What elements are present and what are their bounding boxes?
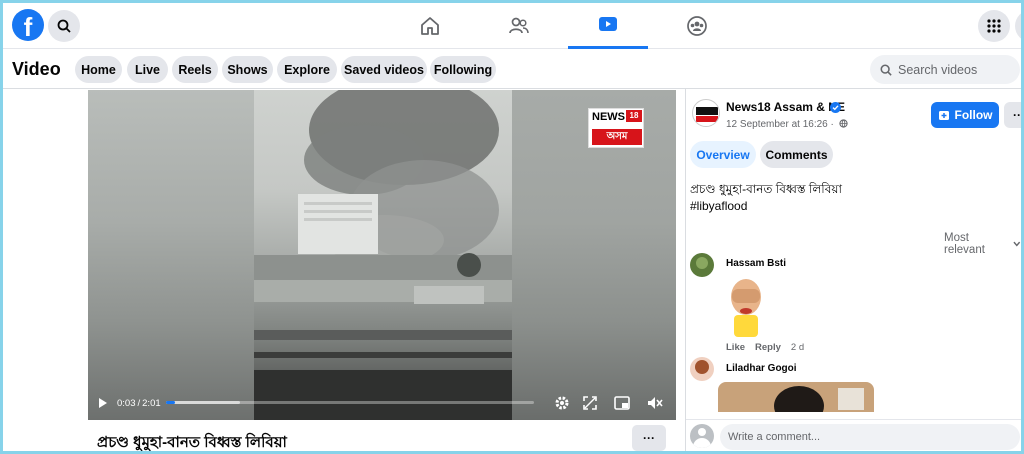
nav-home[interactable]: Home — [75, 56, 122, 83]
speaker-muted-icon — [648, 397, 663, 409]
tab-friends[interactable] — [479, 3, 559, 49]
post-details-panel: News18 Assam & NE 12 September at 16:26 … — [685, 89, 1021, 451]
time-separator: / — [137, 398, 141, 409]
progress-buffered — [166, 401, 240, 404]
post-more-button[interactable]: ··· — [1004, 102, 1021, 128]
post-description: প্ৰচণ্ড ধুমুহা-বানত বিধ্বস্ত লিবিয়া — [690, 182, 842, 196]
top-navigation-bar: f — [3, 3, 1021, 49]
video-caption: প্ৰচণ্ড ধুমুহা-বানত বিধ্বস্ত লিবিয়া — [97, 434, 287, 451]
tab-home[interactable] — [390, 3, 470, 49]
post-timestamp[interactable]: 12 September at 16:26 · — [726, 119, 848, 130]
tab-watch[interactable] — [568, 3, 648, 49]
comment-sticker-image — [731, 279, 761, 337]
comment-photo[interactable] — [718, 382, 874, 412]
tab-overview[interactable]: Overview — [690, 141, 756, 168]
logo-news-text: NEWS — [592, 111, 625, 123]
verified-badge-icon — [830, 102, 841, 113]
current-time: 0:03 — [117, 398, 136, 409]
home-icon — [421, 17, 439, 35]
comment-input[interactable]: Write a comment... — [720, 424, 1020, 450]
tab-groups[interactable] — [657, 3, 737, 49]
write-comment-row: Write a comment... — [686, 419, 1021, 451]
search-videos-input[interactable]: Search videos — [870, 55, 1020, 84]
mute-button[interactable] — [647, 396, 663, 413]
nav-following[interactable]: Following — [430, 56, 496, 83]
video-more-button[interactable]: ··· — [632, 425, 666, 451]
logo-18-text: 18 — [626, 110, 642, 122]
reply-link[interactable]: Reply — [755, 342, 781, 353]
expand-button[interactable] — [583, 396, 597, 413]
search-icon — [57, 19, 71, 33]
groups-icon — [687, 16, 707, 36]
nav-explore[interactable]: Explore — [277, 56, 337, 83]
pip-button[interactable] — [614, 396, 630, 413]
settings-button[interactable] — [554, 395, 570, 414]
menu-button[interactable] — [978, 10, 1010, 42]
post-hashtag[interactable]: #libyaflood — [690, 199, 747, 213]
tab-comments[interactable]: Comments — [760, 141, 833, 168]
facebook-watch-window: f Video Home Live Reels Shows Explore Sa… — [3, 3, 1021, 451]
news18-channel-logo: NEWS 18 অসম — [588, 108, 644, 148]
globe-icon — [839, 119, 848, 128]
search-icon — [880, 64, 892, 76]
search-button[interactable] — [48, 10, 80, 42]
video-frame-image — [254, 90, 512, 420]
picture-in-picture-icon — [614, 396, 630, 410]
post-date-text: 12 September at 16:26 · — [726, 119, 834, 130]
facebook-logo[interactable]: f — [12, 9, 44, 41]
player-controls: 0:03 / 2:01 — [88, 386, 676, 420]
chevron-down-icon — [1013, 241, 1021, 247]
play-icon — [99, 398, 107, 408]
like-link[interactable]: Like — [726, 342, 745, 353]
logo-assam-text: অসম — [592, 129, 642, 145]
avatar — [690, 424, 714, 448]
play-button[interactable] — [98, 397, 108, 412]
sort-label: Most relevant — [944, 232, 985, 256]
video-header: Video Home Live Reels Shows Explore Save… — [3, 49, 1021, 89]
nav-live[interactable]: Live — [127, 56, 168, 83]
time-display: 0:03 / 2:01 — [117, 398, 161, 409]
duration: 2:01 — [142, 398, 161, 409]
follow-page-icon — [938, 111, 949, 120]
avatar[interactable] — [690, 253, 714, 277]
comment-author[interactable]: Liladhar Gogoi — [726, 363, 797, 374]
nav-shows[interactable]: Shows — [222, 56, 273, 83]
comment-author[interactable]: Hassam Bsti — [726, 258, 786, 269]
video-player[interactable]: NEWS 18 অসম 0:03 / 2:01 — [88, 90, 676, 420]
progress-played — [166, 401, 175, 404]
friends-icon — [509, 17, 529, 34]
follow-button[interactable]: Follow — [931, 102, 999, 128]
nav-saved-videos[interactable]: Saved videos — [341, 56, 427, 83]
nav-reels[interactable]: Reels — [172, 56, 218, 83]
page-name[interactable]: News18 Assam & NE — [726, 100, 845, 114]
grid-menu-icon — [987, 19, 1001, 33]
page-title: Video — [12, 59, 61, 79]
video-blur-left — [88, 90, 254, 420]
expand-icon — [583, 396, 597, 410]
comment-actions: Like Reply 2 d — [726, 342, 804, 353]
comment-sort-dropdown[interactable]: Most relevant — [944, 232, 1021, 256]
avatar[interactable] — [690, 357, 714, 381]
settings-gear-icon — [555, 396, 569, 410]
page-avatar[interactable] — [692, 99, 720, 127]
follow-label: Follow — [954, 108, 993, 122]
video-area: NEWS 18 অসম 0:03 / 2:01 প্ৰচণ্ড ধুমুহা-ব… — [3, 89, 685, 451]
progress-bar[interactable] — [166, 401, 534, 404]
video-frame — [254, 90, 512, 420]
watch-icon — [599, 16, 617, 31]
search-placeholder: Search videos — [898, 62, 978, 77]
comment-time[interactable]: 2 d — [791, 342, 804, 353]
messenger-button[interactable] — [1015, 10, 1021, 42]
